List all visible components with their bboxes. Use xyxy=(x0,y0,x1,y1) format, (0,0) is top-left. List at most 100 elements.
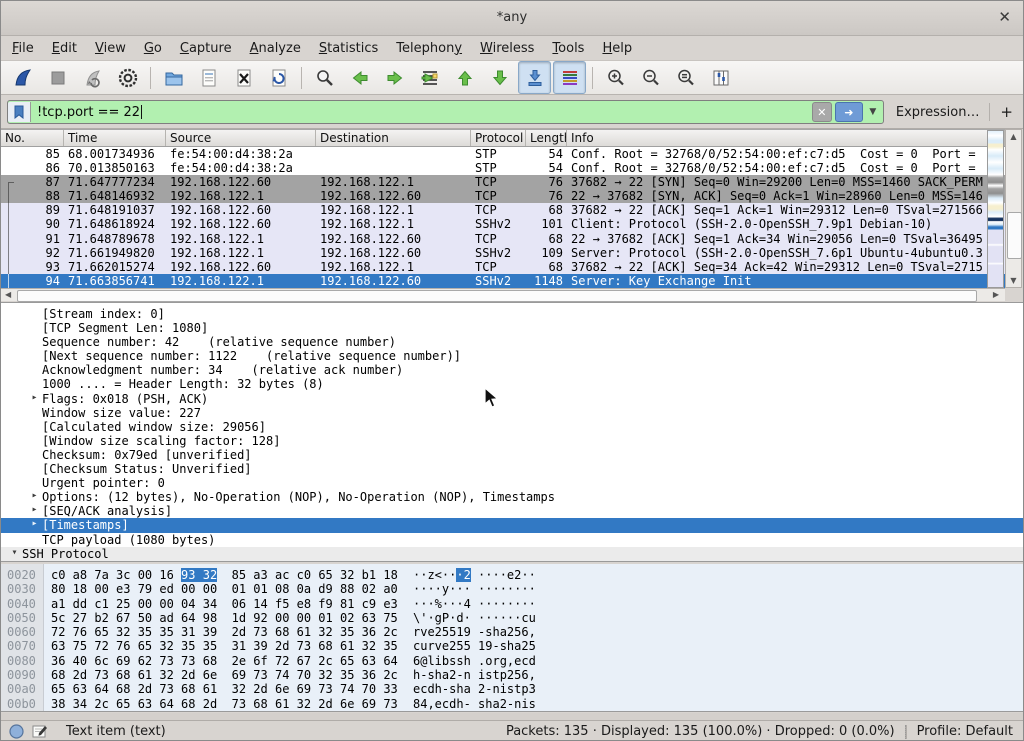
detail-line[interactable]: ▸Options: (12 bytes), No-Operation (NOP)… xyxy=(1,490,1024,504)
column-header-protocol[interactable]: Protocol xyxy=(471,130,526,146)
expander-collapsed-icon[interactable]: ▸ xyxy=(27,518,42,532)
column-header-info[interactable]: Info xyxy=(567,130,1005,146)
menu-help[interactable]: Help xyxy=(593,38,641,59)
column-header-destination[interactable]: Destination xyxy=(316,130,471,146)
packet-list-vscrollbar[interactable]: ▲ ▼ xyxy=(1005,129,1022,288)
apply-filter-icon[interactable]: ➜ xyxy=(835,102,863,122)
packet-list-hscrollbar[interactable]: ◀ ▶ xyxy=(1,288,1005,301)
hscroll-thumb[interactable] xyxy=(17,290,977,302)
packet-row-87[interactable]: 8771.647777234192.168.122.60192.168.122.… xyxy=(1,175,1005,189)
go-forward-icon[interactable] xyxy=(378,61,411,94)
packet-row-86[interactable]: 8670.013850163fe:54:00:d4:38:2aSTP54Conf… xyxy=(1,161,1005,175)
menu-analyze[interactable]: Analyze xyxy=(241,38,310,59)
menu-go[interactable]: Go xyxy=(135,38,171,59)
packet-row-88[interactable]: 8871.648146932192.168.122.1192.168.122.6… xyxy=(1,189,1005,203)
scroll-up-icon[interactable]: ▲ xyxy=(1006,132,1021,141)
expander-collapsed-icon[interactable]: ▸ xyxy=(27,490,42,504)
menu-edit[interactable]: Edit xyxy=(43,38,86,59)
detail-line[interactable]: Sequence number: 42 (relative sequence n… xyxy=(1,335,1024,349)
expander-collapsed-icon[interactable]: ▸ xyxy=(27,504,42,518)
hex-row[interactable]: 00a065 63 64 68 2d 73 68 61 32 2d 6e 69 … xyxy=(1,682,1024,696)
expander-expanded-icon[interactable]: ▾ xyxy=(7,547,22,561)
hex-row[interactable]: 0040a1 dd c1 25 00 00 04 34 06 14 f5 e8 … xyxy=(1,597,1024,611)
go-last-icon[interactable] xyxy=(483,61,516,94)
auto-scroll-icon[interactable] xyxy=(518,61,551,94)
open-file-icon[interactable] xyxy=(157,61,190,94)
expander-collapsed-icon[interactable]: ▸ xyxy=(27,392,42,406)
hex-row[interactable]: 006072 76 65 32 35 35 31 39 2d 73 68 61 … xyxy=(1,625,1024,639)
hex-row[interactable]: 008036 40 6c 69 62 73 73 68 2e 6f 72 67 … xyxy=(1,654,1024,668)
packet-row-91[interactable]: 9171.648789678192.168.122.1192.168.122.6… xyxy=(1,232,1005,246)
restart-capture-icon[interactable] xyxy=(76,61,109,94)
detail-line[interactable]: [Stream index: 0] xyxy=(1,307,1024,321)
capture-options-icon[interactable] xyxy=(111,61,144,94)
column-header-time[interactable]: Time xyxy=(64,130,166,146)
scroll-down-icon[interactable]: ▼ xyxy=(1006,276,1021,285)
detail-line[interactable]: ▸[SEQ/ACK analysis] xyxy=(1,504,1024,518)
scroll-left-icon[interactable]: ◀ xyxy=(5,290,11,299)
detail-line[interactable]: [TCP Segment Len: 1080] xyxy=(1,321,1024,335)
add-filter-button[interactable]: + xyxy=(1000,103,1013,121)
packet-row-89[interactable]: 8971.648191037192.168.122.60192.168.122.… xyxy=(1,203,1005,217)
hex-row[interactable]: 007063 75 72 76 65 32 35 35 31 39 2d 73 … xyxy=(1,639,1024,653)
menu-view[interactable]: View xyxy=(86,38,135,59)
filter-dropdown-icon[interactable]: ▼ xyxy=(866,103,880,121)
go-to-packet-icon[interactable] xyxy=(413,61,446,94)
menu-telephony[interactable]: Telephony xyxy=(387,38,471,59)
packet-row-92[interactable]: 9271.661949820192.168.122.1192.168.122.6… xyxy=(1,246,1005,260)
detail-line[interactable]: Acknowledgment number: 34 (relative ack … xyxy=(1,363,1024,377)
hex-row[interactable]: 003080 18 00 e3 79 ed 00 00 01 01 08 0a … xyxy=(1,582,1024,596)
scroll-right-icon[interactable]: ▶ xyxy=(993,290,999,299)
zoom-in-icon[interactable] xyxy=(599,61,632,94)
titlebar[interactable]: *any ✕ xyxy=(1,1,1023,36)
menu-wireless[interactable]: Wireless xyxy=(471,38,543,59)
clear-filter-icon[interactable]: ✕ xyxy=(812,102,832,122)
packet-list-header[interactable]: No.TimeSourceDestinationProtocolLengthIn… xyxy=(1,129,1005,147)
zoom-reset-icon[interactable] xyxy=(669,61,702,94)
detail-line[interactable]: [Next sequence number: 1122 (relative se… xyxy=(1,349,1024,363)
expander-collapsed-icon[interactable]: ▸ xyxy=(27,561,42,562)
column-header-no[interactable]: No. xyxy=(1,130,64,146)
stop-capture-icon[interactable] xyxy=(41,61,74,94)
pane-splitter[interactable] xyxy=(1,713,1023,720)
hex-row[interactable]: 009068 2d 73 68 61 32 2d 6e 69 73 74 70 … xyxy=(1,668,1024,682)
packet-list-minimap[interactable] xyxy=(987,130,1004,288)
find-packet-icon[interactable] xyxy=(308,61,341,94)
menu-tools[interactable]: Tools xyxy=(543,38,593,59)
packet-row-85[interactable]: 8568.001734936fe:54:00:d4:38:2aSTP54Conf… xyxy=(1,147,1005,161)
detail-line[interactable]: 1000 .... = Header Length: 32 bytes (8) xyxy=(1,377,1024,391)
reload-file-icon[interactable] xyxy=(262,61,295,94)
close-file-icon[interactable] xyxy=(227,61,260,94)
detail-line[interactable]: Checksum: 0x79ed [unverified] xyxy=(1,448,1024,462)
hex-row[interactable]: 00b038 34 2c 65 63 64 68 2d 73 68 61 32 … xyxy=(1,697,1024,711)
capture-comment-icon[interactable] xyxy=(32,724,48,739)
detail-line[interactable]: ▾SSH Protocol xyxy=(1,547,1024,561)
colorize-icon[interactable] xyxy=(553,61,586,94)
detail-line[interactable]: ▸Flags: 0x018 (PSH, ACK) xyxy=(1,392,1024,406)
detail-line[interactable]: ▸SSH Version 2 (encryption:chacha20-poly… xyxy=(1,561,1024,562)
expression-button[interactable]: Expression… xyxy=(896,105,980,120)
packet-row-94[interactable]: 9471.663856741192.168.122.1192.168.122.6… xyxy=(1,274,1005,288)
detail-line[interactable]: ▸[Timestamps] xyxy=(1,518,1024,532)
detail-line[interactable]: [Calculated window size: 29056] xyxy=(1,420,1024,434)
detail-line[interactable]: TCP payload (1080 bytes) xyxy=(1,533,1024,547)
window-close-icon[interactable]: ✕ xyxy=(998,9,1011,25)
resize-columns-icon[interactable] xyxy=(704,61,737,94)
profile-label[interactable]: Profile: Default xyxy=(917,724,1013,739)
packet-row-93[interactable]: 9371.662015274192.168.122.60192.168.122.… xyxy=(1,260,1005,274)
filter-bookmark-icon[interactable] xyxy=(8,102,31,122)
hex-row[interactable]: 00505c 27 b2 67 50 ad 64 98 1d 92 00 00 … xyxy=(1,611,1024,625)
hex-row[interactable]: 0020c0 a8 7a 3c 00 16 93 32 85 a3 ac c0 … xyxy=(1,568,1024,582)
display-filter-input[interactable]: !tcp.port == 22 ✕ ➜ ▼ xyxy=(7,100,884,124)
column-header-length[interactable]: Length xyxy=(526,130,567,146)
zoom-out-icon[interactable] xyxy=(634,61,667,94)
detail-line[interactable]: [Checksum Status: Unverified] xyxy=(1,462,1024,476)
detail-line[interactable]: Window size value: 227 xyxy=(1,406,1024,420)
start-capture-icon[interactable] xyxy=(6,61,39,94)
menu-statistics[interactable]: Statistics xyxy=(310,38,387,59)
detail-line[interactable]: Urgent pointer: 0 xyxy=(1,476,1024,490)
column-header-source[interactable]: Source xyxy=(166,130,316,146)
packet-row-90[interactable]: 9071.648618924192.168.122.60192.168.122.… xyxy=(1,217,1005,231)
detail-line[interactable]: [Window size scaling factor: 128] xyxy=(1,434,1024,448)
go-back-icon[interactable] xyxy=(343,61,376,94)
